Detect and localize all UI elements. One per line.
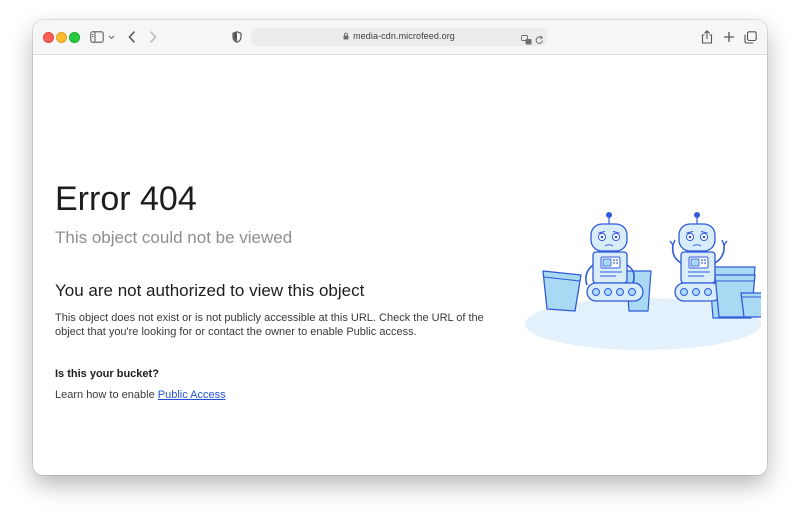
page-title: Error 404 xyxy=(55,180,197,218)
chevron-right-icon[interactable] xyxy=(145,29,161,45)
chevron-left-icon[interactable] xyxy=(124,29,140,45)
tipped-bucket xyxy=(542,270,582,312)
error-heading: You are not authorized to view this obje… xyxy=(55,281,365,300)
zoom-window-button[interactable] xyxy=(69,32,80,43)
browser-window: media-cdn.microfeed.org Error 404 This o… xyxy=(33,20,767,475)
learn-text: Learn how to enable Public Access xyxy=(55,389,226,401)
url-label: media-cdn.microfeed.org xyxy=(353,31,455,41)
public-access-link[interactable]: Public Access xyxy=(158,389,226,401)
address-text: media-cdn.microfeed.org xyxy=(251,31,547,42)
share-icon[interactable] xyxy=(699,29,715,45)
error-description: This object does not exist or is not pub… xyxy=(55,312,484,338)
tab-overview-icon[interactable] xyxy=(742,29,758,45)
shield-icon[interactable] xyxy=(229,29,245,45)
browser-toolbar: media-cdn.microfeed.org xyxy=(33,20,767,55)
reload-icon[interactable] xyxy=(535,32,544,50)
sidebar-icon[interactable] xyxy=(89,29,105,45)
page-content: Error 404 This object could not be viewe… xyxy=(33,55,767,475)
chevron-down-icon[interactable] xyxy=(106,29,116,45)
learn-prefix: Learn how to enable xyxy=(55,389,158,401)
bucket-question: Is this your bucket? xyxy=(55,368,159,380)
translate-icon[interactable] xyxy=(521,32,532,50)
address-bar[interactable]: media-cdn.microfeed.org xyxy=(251,28,547,46)
left-robot xyxy=(585,212,644,302)
minimize-window-button[interactable] xyxy=(56,32,67,43)
lock-icon xyxy=(343,32,349,42)
plus-icon[interactable] xyxy=(721,29,737,45)
close-window-button[interactable] xyxy=(43,32,54,43)
page-subtitle: This object could not be viewed xyxy=(55,228,293,247)
robots-illustration xyxy=(525,212,761,350)
